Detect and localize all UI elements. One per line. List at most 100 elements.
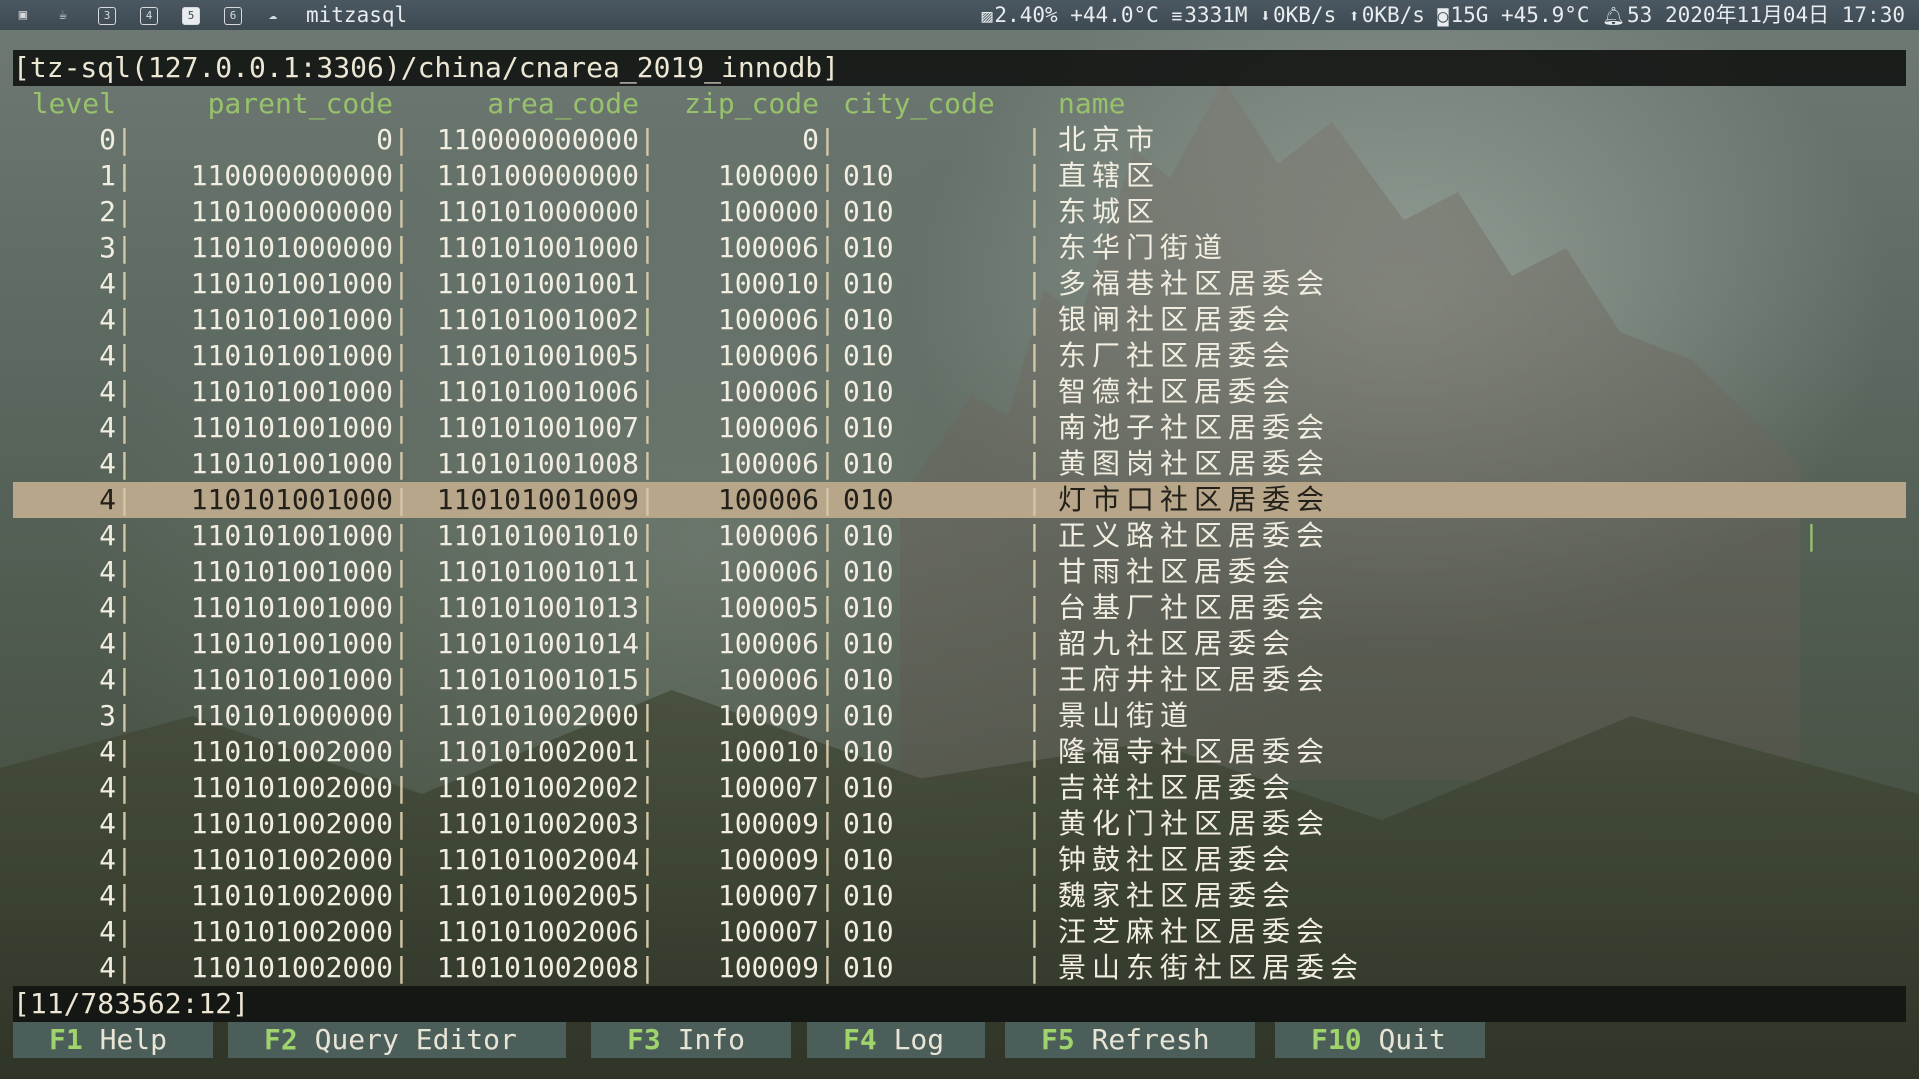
column-separator: | [819,447,836,480]
table-row[interactable]: 0 0 110000000000 0 北京市 | | | | | [13,122,1906,158]
table-row[interactable]: 4 110101001000 110101001002 100006 010 银闸社区居委… [13,302,1906,338]
table-row[interactable]: 4 110101001000 110101001010 100006 010 正义路社区居… [13,518,1906,554]
query-editor-button[interactable]: F2 Query Editor [228,1022,566,1058]
table-row[interactable]: 4 110101002000 110101002005 100007 010 魏家社区居委… [13,878,1906,914]
table-row[interactable]: 1 110000000000 110100000000 100000 010 直辖区 | | |… [13,158,1906,194]
table-row[interactable]: 3 110101000000 110101001000 100006 010 东华门街道 |… [13,230,1906,266]
table-row[interactable]: 4 110101001000 110101001005 100006 010 东厂社区居委… [13,338,1906,374]
table-row[interactable]: 4 110101002000 110101002006 100007 010 汪芝麻社区居… [13,914,1906,950]
cell-parent-code: 110101002000 [190,843,393,876]
column-header-city-code[interactable]: city_code [843,86,1033,122]
cell-zip-code: 100005 [717,591,819,624]
cell-city-code: 010 [843,915,894,948]
column-header-level[interactable]: level [13,86,116,122]
column-separator: | [639,627,656,660]
terminal-window[interactable]: [tz-sql(127.0.0.1:3306)/china/cnarea_201… [13,50,1906,1065]
download-icon: ⬇ [1260,6,1271,27]
info-button[interactable]: F3 Info [591,1022,791,1058]
column-separator: | [393,879,410,912]
cell-area-code: 110101001014 [436,627,639,660]
column-separator: | [393,663,410,696]
cell-zip-code: 100009 [717,807,819,840]
cell-name: 灯市口社区居委会 [1058,483,1331,516]
cell-city-code: 010 [843,735,894,768]
column-separator: | [819,663,836,696]
cell-zip-code: 100009 [717,843,819,876]
log-button[interactable]: F4 Log [807,1022,985,1058]
cell-name: 魏家社区居委会 [1058,879,1297,912]
column-separator: | [639,879,656,912]
cell-parent-code: 110101002000 [190,879,393,912]
table-header: level | parent_code | area_code | zip_co… [13,86,1906,552]
cell-level: 4 [99,591,116,624]
workspace-3[interactable]: 3 [96,4,118,26]
column-separator: | [1026,663,1043,696]
column-separator: | [393,447,410,480]
notification-count[interactable]: 53 [1627,3,1652,27]
cell-city-code: 010 [843,951,894,984]
cell-name: 台基厂社区居委会 [1058,591,1331,624]
cell-zip-code: 100006 [717,627,819,660]
terminal-icon[interactable]: ▣ [12,4,34,26]
result-table[interactable]: 0 0 110000000000 0 北京市 | | | | | 1 110000000000 1101… [13,122,1906,986]
cell-level: 3 [99,699,116,732]
quit-button[interactable]: F10 Quit [1275,1022,1485,1058]
table-row[interactable]: 4 110101001000 110101001013 100005 010 台基厂社区居… [13,590,1906,626]
upload-icon: ⬆ [1348,6,1360,27]
column-header-area-code[interactable]: area_code [408,86,639,122]
table-row[interactable]: 4 110101001000 110101001001 100010 010 多福巷社区居… [13,266,1906,302]
coffee-icon[interactable]: ☕ [52,4,74,26]
column-separator: | [393,267,410,300]
column-separator: | [819,483,836,516]
cell-area-code: 110101002004 [436,843,639,876]
cell-area-code: 110101002000 [436,699,639,732]
cell-zip-code: 100000 [717,159,819,192]
table-row[interactable]: 4 110101002000 110101002008 100009 010 景山东街社区… [13,950,1906,986]
table-row[interactable]: 4 110101001000 110101001014 100006 010 韶九社区居委… [13,626,1906,662]
cell-parent-code: 110101001000 [190,519,393,552]
cell-city-code: 010 [843,879,894,912]
table-row[interactable]: 4 110101002000 110101002002 100007 010 吉祥社区居委… [13,770,1906,806]
table-row[interactable]: 4 110101002000 110101002004 100009 010 钟鼓社区居委… [13,842,1906,878]
table-row[interactable]: 2 110100000000 110101000000 100000 010 东城区 | | |… [13,194,1906,230]
column-separator: | [639,123,656,156]
table-row[interactable]: 4 110101002000 110101002003 100009 010 黄化门社区居… [13,806,1906,842]
table-row[interactable]: 4 110101002000 110101002001 100010 010 隆福寺社区居… [13,734,1906,770]
fkey-key: F2 [264,1023,298,1056]
cell-zip-code: 100006 [717,339,819,372]
column-header-parent-code[interactable]: parent_code [131,86,393,122]
cell-city-code: 010 [843,663,894,696]
workspace-6[interactable]: 6 [222,4,244,26]
column-header-name[interactable]: name [1058,86,1558,122]
cell-area-code: 110101001008 [436,447,639,480]
cell-level: 4 [99,807,116,840]
table-row[interactable]: 4 110101001000 110101001011 100006 010 甘雨社区居委… [13,554,1906,590]
column-separator: | [639,159,656,192]
table-row[interactable]: 4 110101001000 110101001008 100006 010 黄图岗社区居… [13,446,1906,482]
bell-icon[interactable]: 🔔︎ [1602,6,1625,27]
cell-zip-code: 100006 [717,303,819,336]
table-row[interactable]: 4 110101001000 110101001015 100006 010 王府井社区居… [13,662,1906,698]
cell-city-code: 010 [843,339,894,372]
system-status-bar: ▣ ☕ 3 4 5 6 ☁ mitzasql ▨2.40% +44.0°C ≡3… [0,0,1919,30]
cell-name: 汪芝麻社区居委会 [1058,915,1331,948]
column-separator: | [116,267,133,300]
refresh-button[interactable]: F5 Refresh [1005,1022,1255,1058]
column-separator: | [393,915,410,948]
column-separator: | [1026,735,1043,768]
cloud-icon[interactable]: ☁ [262,4,284,26]
table-row-selected[interactable]: 4 110101001000 110101001009 100006 010 灯市口社区居… [13,482,1906,518]
column-separator: | [819,771,836,804]
help-button[interactable]: F1 Help [13,1022,213,1058]
cell-city-code: 010 [843,771,894,804]
column-separator: | [819,519,836,552]
workspace-4[interactable]: 4 [138,4,160,26]
table-row[interactable]: 4 110101001000 110101001006 100006 010 智德社区居委… [13,374,1906,410]
column-header-zip-code[interactable]: zip_code [654,86,819,122]
workspace-5[interactable]: 5 [180,4,202,26]
cell-name: 甘雨社区居委会 [1058,555,1297,588]
column-separator: | [393,807,410,840]
cell-zip-code: 100007 [717,915,819,948]
table-row[interactable]: 3 110101000000 110101002000 100009 010 景山街道 | |… [13,698,1906,734]
table-row[interactable]: 4 110101001000 110101001007 100006 010 南池子社区居… [13,410,1906,446]
